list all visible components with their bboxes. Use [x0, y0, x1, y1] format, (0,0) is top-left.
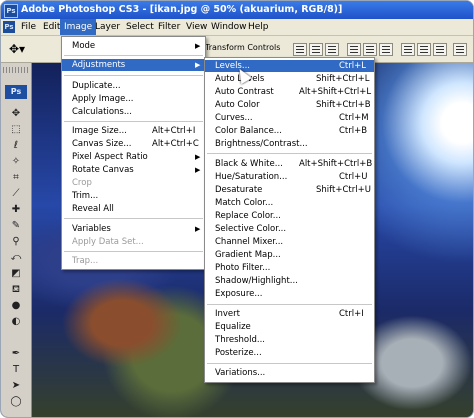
distribute-top-button[interactable]: [401, 43, 415, 56]
menu-item-adjustments[interactable]: Adjustments ▶: [62, 59, 205, 71]
menu-item-pixel-aspect-ratio[interactable]: Pixel Aspect Ratio ▶: [62, 151, 205, 163]
menu-separator: [64, 218, 203, 219]
distribute-bottom-button[interactable]: [433, 43, 447, 56]
menu-item-shadow-highlight[interactable]: Shadow/Highlight...: [205, 275, 374, 287]
menu-item-brightness-contrast[interactable]: Brightness/Contrast...: [205, 138, 374, 150]
menu-item-posterize[interactable]: Posterize...: [205, 347, 374, 359]
path-selection-tool-icon[interactable]: ➤: [8, 379, 24, 393]
toolbox: Ps ✥ ⬚ ℓ ✧ ⌗ ⟋ ✚ ✎ ⚲ ⤺ ◩ ⛾ ● ◐ ✒ T ➤ ◯: [1, 63, 32, 417]
menu-item-hue-saturation[interactable]: Hue/Saturation... Ctrl+U: [205, 171, 374, 183]
menu-item-calculations[interactable]: Calculations...: [62, 106, 205, 118]
menu-item-match-color[interactable]: Match Color...: [205, 197, 374, 209]
menu-separator: [64, 55, 203, 56]
window-title: Adobe Photoshop CS3 - [ikan.jpg @ 50% (a…: [21, 4, 343, 15]
menu-item-color-balance[interactable]: Color Balance... Ctrl+B: [205, 125, 374, 137]
pen-tool-icon[interactable]: ✒: [8, 347, 24, 361]
menu-item-threshold[interactable]: Threshold...: [205, 334, 374, 346]
move-tool-icon[interactable]: ✥: [8, 107, 24, 121]
menu-item-desaturate[interactable]: Desaturate Shift+Ctrl+U: [205, 184, 374, 196]
menu-layer[interactable]: Layer: [91, 19, 124, 35]
menu-separator: [207, 304, 372, 305]
title-bar: Ps Adobe Photoshop CS3 - [ikan.jpg @ 50%…: [1, 1, 473, 19]
align-bottom-button[interactable]: [325, 43, 339, 56]
photoshop-app-icon: Ps: [4, 4, 18, 18]
menu-item-reveal-all[interactable]: Reveal All: [62, 203, 205, 215]
align-left-button[interactable]: [347, 43, 361, 56]
menu-item-trap: Trap...: [72, 256, 99, 266]
menu-separator: [64, 251, 203, 252]
distribute-middle-button[interactable]: [417, 43, 431, 56]
dodge-tool-icon[interactable]: ◐: [8, 315, 24, 329]
menu-item-duplicate[interactable]: Duplicate...: [62, 80, 205, 92]
brush-tool-icon[interactable]: ✎: [8, 219, 24, 233]
menu-separator: [64, 121, 203, 122]
move-tool-icon[interactable]: ✥▾: [9, 41, 29, 57]
menu-item-auto-contrast[interactable]: Auto Contrast Alt+Shift+Ctrl+L: [205, 86, 374, 98]
menu-item-variables[interactable]: Variables ▶: [62, 223, 205, 235]
menu-item-apply-data-set: Apply Data Set...: [72, 237, 144, 247]
image-menu: Mode ▶ Adjustments ▶ Duplicate... Apply Im…: [61, 36, 206, 270]
menu-item-invert[interactable]: Invert Ctrl+I: [205, 308, 374, 320]
menu-item-crop: Crop: [72, 178, 92, 188]
shape-tool-icon[interactable]: ◯: [8, 395, 24, 409]
menu-item-image-size[interactable]: Image Size... Alt+Ctrl+I: [62, 125, 205, 137]
menu-item-curves[interactable]: Curves... Ctrl+M: [205, 112, 374, 124]
history-brush-tool-icon[interactable]: ⤺: [8, 251, 24, 265]
type-tool-icon[interactable]: T: [8, 363, 24, 377]
menu-separator: [207, 363, 372, 364]
menu-item-variations[interactable]: Variations...: [205, 367, 374, 379]
menu-item-trim[interactable]: Trim...: [62, 190, 205, 202]
menu-separator: [64, 75, 203, 76]
document-icon[interactable]: Ps: [3, 21, 15, 33]
transform-controls-label[interactable]: Transform Controls: [205, 43, 280, 52]
menu-item-exposure[interactable]: Exposure...: [205, 288, 374, 300]
clone-stamp-tool-icon[interactable]: ⚲: [8, 235, 24, 249]
menu-separator: [207, 153, 372, 154]
align-center-button[interactable]: [363, 43, 377, 56]
menu-item-auto-levels[interactable]: Auto Levels Shift+Ctrl+L: [205, 73, 374, 85]
menu-item-apply-image[interactable]: Apply Image...: [62, 93, 205, 105]
menu-item-photo-filter[interactable]: Photo Filter...: [205, 262, 374, 274]
menu-item-mode[interactable]: Mode ▶: [62, 40, 205, 52]
menu-item-black-white[interactable]: Black & White... Alt+Shift+Ctrl+B: [205, 158, 374, 170]
slice-tool-icon[interactable]: ⟋: [8, 187, 24, 201]
menu-item-rotate-canvas[interactable]: Rotate Canvas ▶: [62, 164, 205, 176]
menu-item-gradient-map[interactable]: Gradient Map...: [205, 249, 374, 261]
photoshop-window: Ps Adobe Photoshop CS3 - [ikan.jpg @ 50%…: [0, 0, 474, 418]
menu-item-replace-color[interactable]: Replace Color...: [205, 210, 374, 222]
eraser-tool-icon[interactable]: ◩: [8, 267, 24, 281]
menu-item-canvas-size[interactable]: Canvas Size... Alt+Ctrl+C: [62, 138, 205, 150]
align-top-button[interactable]: [293, 43, 307, 56]
menu-item-selective-color[interactable]: Selective Color...: [205, 223, 374, 235]
healing-brush-tool-icon[interactable]: ✚: [8, 203, 24, 217]
menu-item-auto-color[interactable]: Auto Color Shift+Ctrl+B: [205, 99, 374, 111]
align-right-button[interactable]: [379, 43, 393, 56]
marquee-tool-icon[interactable]: ⬚: [8, 123, 24, 137]
align-middle-button[interactable]: [309, 43, 323, 56]
lasso-tool-icon[interactable]: ℓ: [8, 139, 24, 153]
menu-select[interactable]: Select: [122, 19, 158, 35]
paint-bucket-tool-icon[interactable]: ⛾: [8, 283, 24, 297]
distribute-left-button[interactable]: [453, 43, 467, 56]
menu-item-equalize[interactable]: Equalize: [205, 321, 374, 333]
blur-tool-icon[interactable]: ●: [8, 299, 24, 313]
ps-logo: Ps: [5, 85, 27, 99]
toolbox-grip[interactable]: [3, 67, 29, 73]
menu-help[interactable]: Help: [244, 19, 273, 35]
crop-tool-icon[interactable]: ⌗: [8, 171, 24, 185]
adjustments-submenu: Levels... Ctrl+L Auto Levels Shift+Ctrl+L …: [204, 57, 375, 383]
menu-item-levels[interactable]: Levels... Ctrl+L: [205, 60, 374, 72]
menu-bar: Ps File Edit Image Layer Select Filter V…: [1, 19, 473, 36]
menu-item-channel-mixer[interactable]: Channel Mixer...: [205, 236, 374, 248]
menu-filter[interactable]: Filter: [154, 19, 184, 35]
magic-wand-tool-icon[interactable]: ✧: [8, 155, 24, 169]
menu-file[interactable]: File: [17, 19, 40, 35]
